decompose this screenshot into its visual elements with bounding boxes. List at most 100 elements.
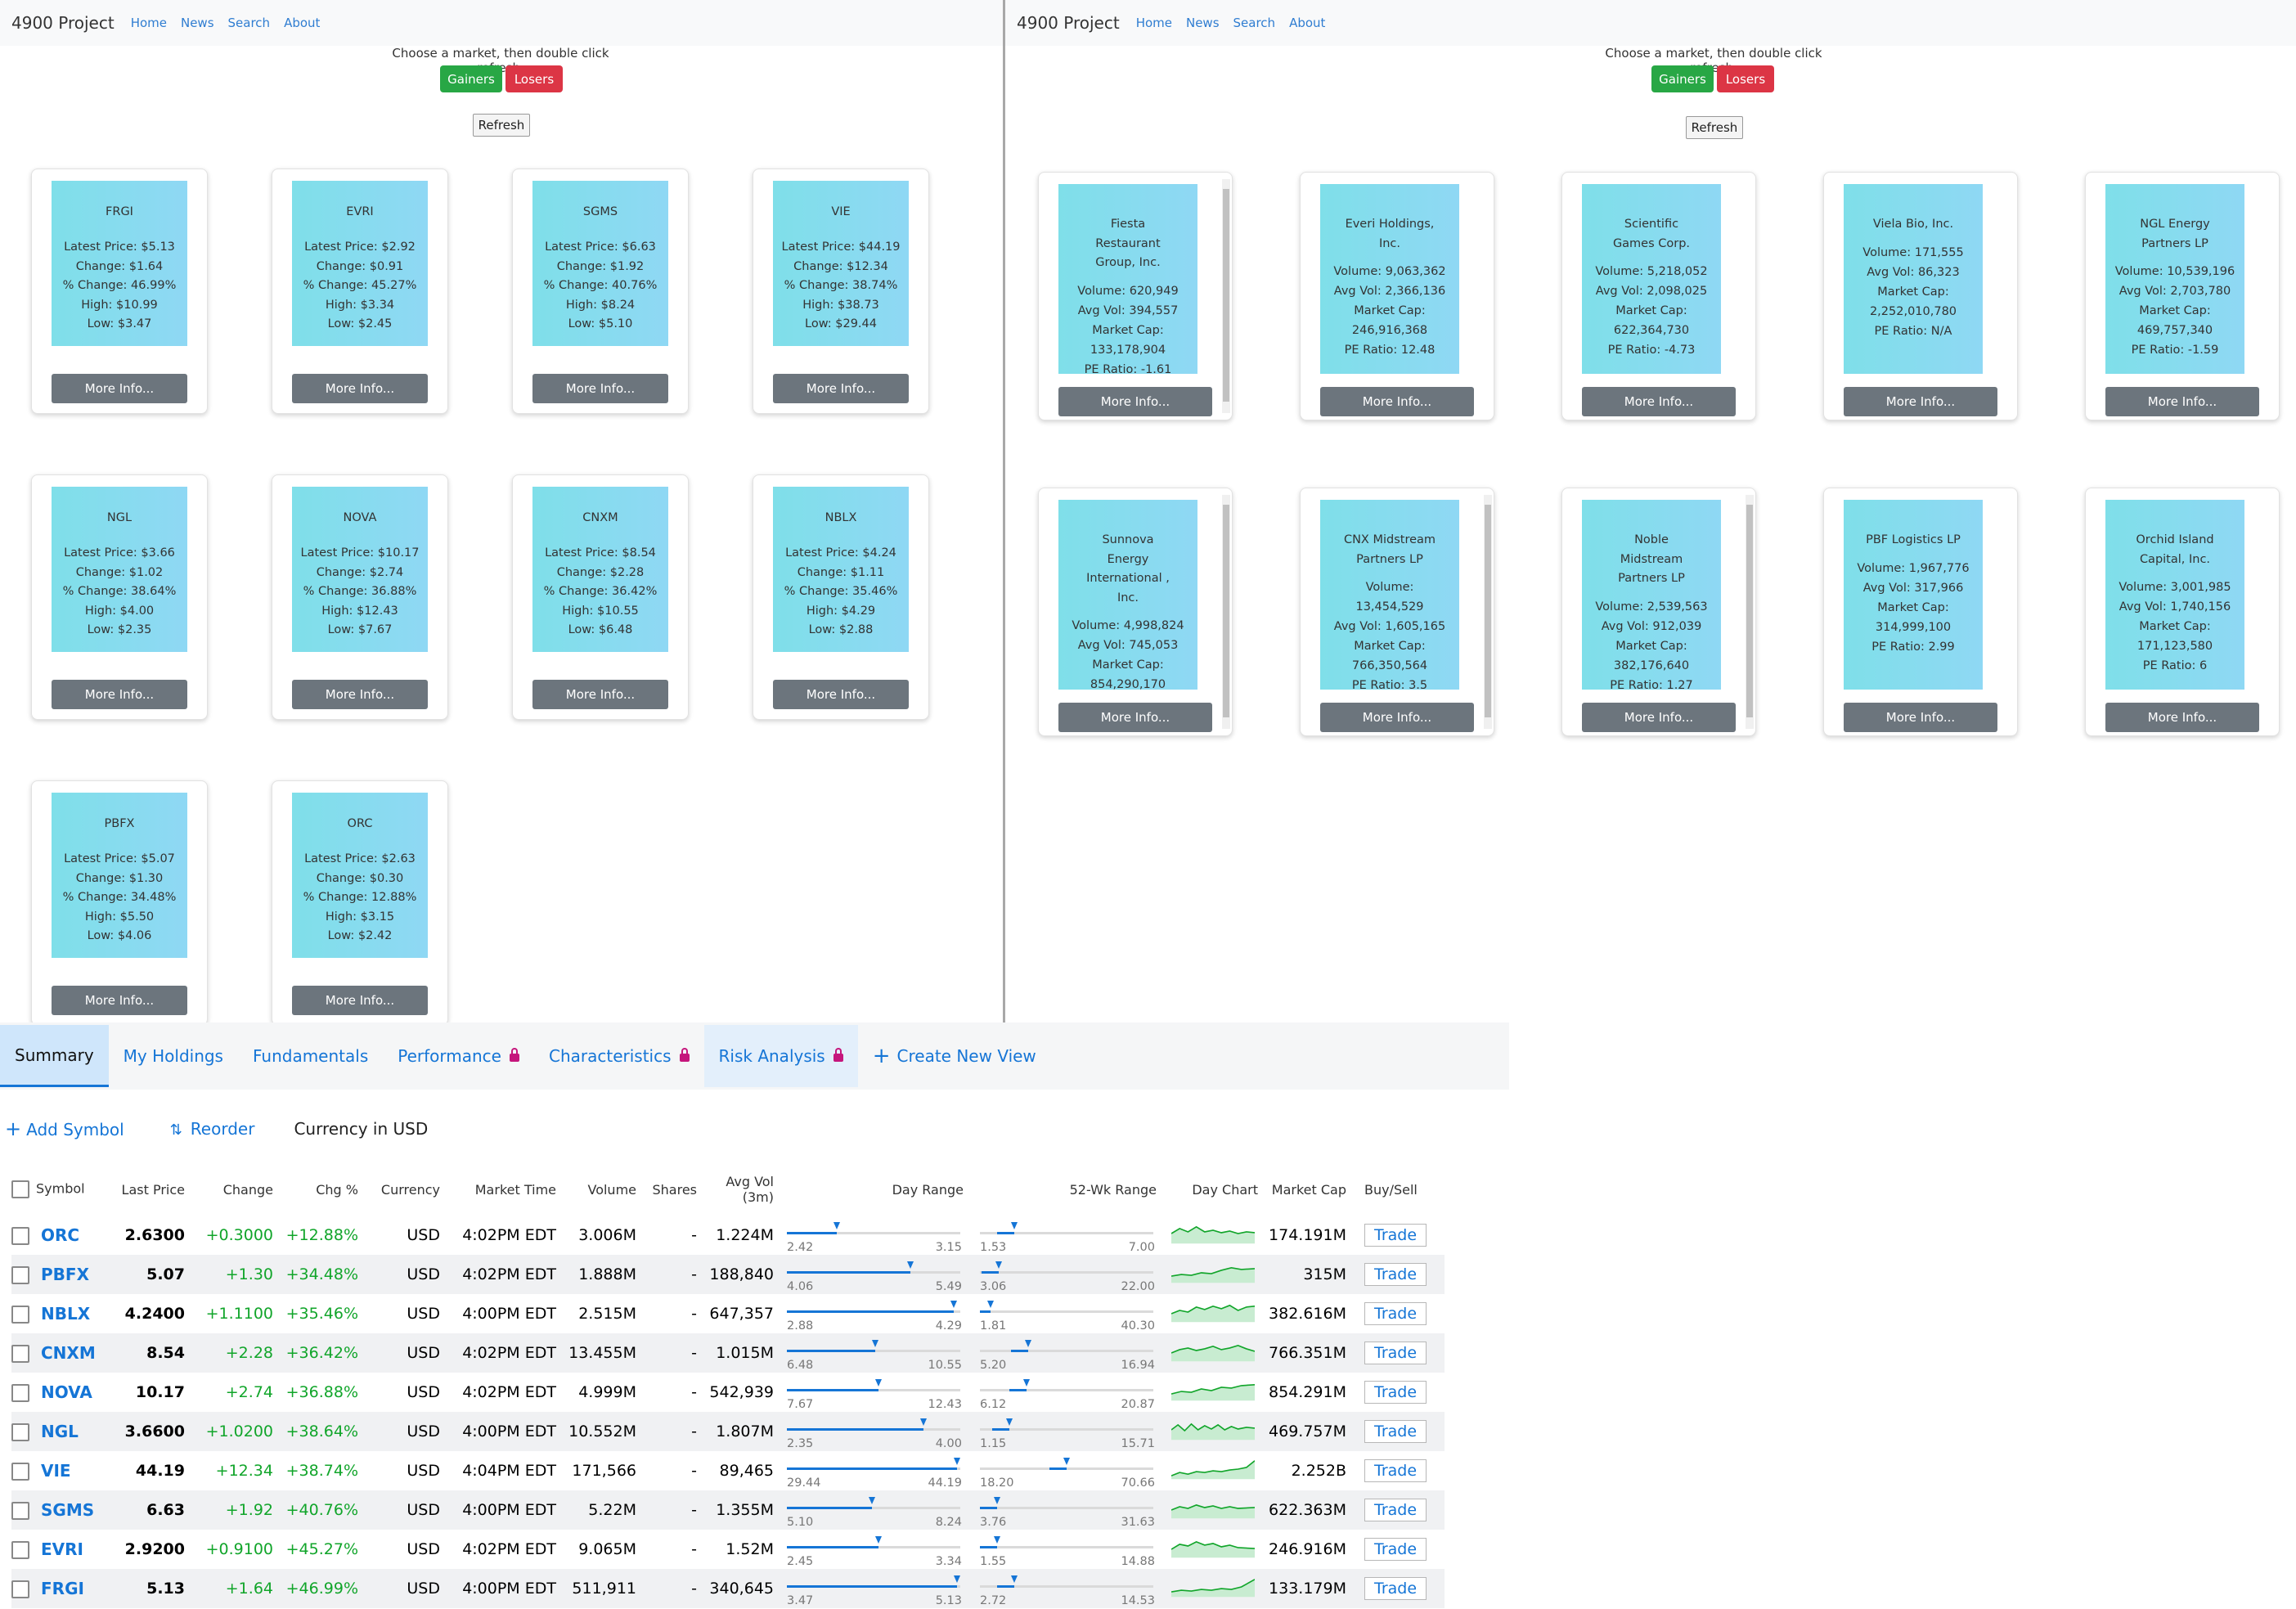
row-checkbox[interactable]: [11, 1345, 29, 1364]
col-day-chart[interactable]: Day Chart: [1165, 1163, 1261, 1216]
nav-search[interactable]: Search: [228, 16, 271, 30]
refresh-button[interactable]: Refresh: [1686, 116, 1743, 139]
row-checkbox[interactable]: [11, 1266, 29, 1285]
table-row[interactable]: SGMS 6.63 +1.92 +40.76% USD 4:00PM EDT 5.22M -1…: [11, 1490, 1445, 1530]
card-scrollbar[interactable]: [1222, 179, 1230, 413]
symbol-link[interactable]: FRGI: [41, 1579, 84, 1598]
trade-button[interactable]: Trade: [1364, 1263, 1427, 1286]
more-info-button[interactable]: More Info...: [292, 986, 428, 1015]
card-scrollbar[interactable]: [1222, 495, 1230, 729]
col-shares[interactable]: Shares: [643, 1163, 702, 1216]
row-checkbox[interactable]: [11, 1384, 29, 1403]
trade-button[interactable]: Trade: [1364, 1538, 1427, 1561]
select-all-checkbox[interactable]: [11, 1180, 29, 1198]
table-row[interactable]: VIE 44.19 +12.34 +38.74% USD 4:04PM EDT 171,56…: [11, 1451, 1445, 1490]
col-currency[interactable]: Currency: [365, 1163, 445, 1216]
nav-home[interactable]: Home: [1136, 16, 1172, 30]
table-row[interactable]: NBLX 4.2400 +1.1100 +35.46% USD 4:00PM EDT 2.5…: [11, 1294, 1445, 1333]
symbol-link[interactable]: NGL: [41, 1422, 79, 1441]
gainers-button[interactable]: Gainers: [440, 65, 502, 92]
tab-fundamentals[interactable]: Fundamentals: [238, 1025, 383, 1087]
more-info-button[interactable]: More Info...: [52, 986, 187, 1015]
tab-my-holdings[interactable]: My Holdings: [109, 1025, 238, 1087]
table-row[interactable]: PBFX 5.07 +1.30 +34.48% USD 4:02PM EDT 1.888M -…: [11, 1255, 1445, 1294]
table-row[interactable]: NOVA 10.17 +2.74 +36.88% USD 4:02PM EDT 4.999M…: [11, 1373, 1445, 1412]
more-info-button[interactable]: More Info...: [1582, 703, 1736, 732]
brand[interactable]: 4900 Project: [11, 13, 115, 33]
trade-button[interactable]: Trade: [1364, 1302, 1427, 1325]
row-checkbox[interactable]: [11, 1541, 29, 1560]
col-chg-pct[interactable]: Chg %: [283, 1163, 365, 1216]
more-info-button[interactable]: More Info...: [773, 680, 909, 709]
table-row[interactable]: NGL 3.6600 +1.0200 +38.64% USD 4:00PM EDT 10.5…: [11, 1412, 1445, 1451]
tab-characteristics[interactable]: Characteristics: [534, 1025, 704, 1087]
row-checkbox[interactable]: [11, 1423, 29, 1442]
row-checkbox[interactable]: [11, 1227, 29, 1246]
nav-news[interactable]: News: [1186, 16, 1220, 30]
col-market-cap[interactable]: Market Cap: [1261, 1163, 1353, 1216]
table-row[interactable]: FRGI 5.13 +1.64 +46.99% USD 4:00PM EDT 511,911…: [11, 1569, 1445, 1608]
more-info-button[interactable]: More Info...: [292, 374, 428, 403]
more-info-button[interactable]: More Info...: [532, 680, 668, 709]
trade-button[interactable]: Trade: [1364, 1420, 1427, 1443]
row-checkbox[interactable]: [11, 1580, 29, 1599]
tab-performance[interactable]: Performance: [383, 1025, 534, 1087]
card-scrollbar[interactable]: [1746, 495, 1754, 729]
add-symbol-button[interactable]: + Add Symbol: [5, 1117, 124, 1140]
row-checkbox[interactable]: [11, 1306, 29, 1324]
nav-search[interactable]: Search: [1233, 16, 1276, 30]
trade-button[interactable]: Trade: [1364, 1224, 1427, 1247]
col-avg-vol[interactable]: Avg Vol (3m): [702, 1163, 779, 1216]
symbol-link[interactable]: VIE: [41, 1461, 71, 1481]
more-info-button[interactable]: More Info...: [1320, 387, 1474, 416]
table-row[interactable]: ORC 2.6300 +0.3000 +12.88% USD 4:02PM EDT 3.00…: [11, 1216, 1445, 1255]
more-info-button[interactable]: More Info...: [2105, 387, 2259, 416]
col-52wk-range[interactable]: 52-Wk Range: [972, 1163, 1165, 1216]
col-symbol[interactable]: Symbol: [11, 1163, 110, 1216]
row-checkbox[interactable]: [11, 1463, 29, 1481]
losers-button[interactable]: Losers: [1717, 65, 1774, 92]
table-row[interactable]: EVRI 2.9200 +0.9100 +45.27% USD 4:02PM EDT 9.0…: [11, 1530, 1445, 1569]
more-info-button[interactable]: More Info...: [292, 680, 428, 709]
nav-home[interactable]: Home: [131, 16, 167, 30]
scrollbar-thumb[interactable]: [1223, 189, 1229, 402]
trade-button[interactable]: Trade: [1364, 1381, 1427, 1404]
nav-about[interactable]: About: [284, 16, 320, 30]
scrollbar-thumb[interactable]: [1746, 505, 1753, 717]
more-info-button[interactable]: More Info...: [1058, 387, 1212, 416]
card-scrollbar[interactable]: [1484, 495, 1492, 729]
trade-button[interactable]: Trade: [1364, 1342, 1427, 1364]
col-volume[interactable]: Volume: [563, 1163, 643, 1216]
symbol-link[interactable]: SGMS: [41, 1500, 94, 1520]
tab-summary[interactable]: Summary: [0, 1025, 109, 1087]
col-last-price[interactable]: Last Price: [110, 1163, 191, 1216]
row-checkbox[interactable]: [11, 1502, 29, 1521]
symbol-link[interactable]: PBFX: [41, 1265, 89, 1284]
more-info-button[interactable]: More Info...: [52, 374, 187, 403]
symbol-link[interactable]: NBLX: [41, 1304, 90, 1324]
more-info-button[interactable]: More Info...: [1844, 703, 1997, 732]
more-info-button[interactable]: More Info...: [1058, 703, 1212, 732]
nav-news[interactable]: News: [181, 16, 214, 30]
trade-button[interactable]: Trade: [1364, 1459, 1427, 1482]
scrollbar-thumb[interactable]: [1485, 505, 1491, 717]
losers-button[interactable]: Losers: [505, 65, 563, 92]
symbol-link[interactable]: NOVA: [41, 1382, 92, 1402]
more-info-button[interactable]: More Info...: [1582, 387, 1736, 416]
create-new-view-button[interactable]: + Create New View: [858, 1025, 1051, 1087]
tab-risk-analysis[interactable]: Risk Analysis: [703, 1025, 858, 1087]
symbol-link[interactable]: EVRI: [41, 1539, 83, 1559]
table-row[interactable]: CNXM 8.54 +2.28 +36.42% USD 4:02PM EDT 13.455M…: [11, 1333, 1445, 1373]
col-market-time[interactable]: Market Time: [445, 1163, 563, 1216]
symbol-link[interactable]: ORC: [41, 1225, 79, 1245]
more-info-button[interactable]: More Info...: [1320, 703, 1474, 732]
refresh-button[interactable]: Refresh: [473, 114, 530, 137]
more-info-button[interactable]: More Info...: [1844, 387, 1997, 416]
more-info-button[interactable]: More Info...: [2105, 703, 2259, 732]
nav-about[interactable]: About: [1289, 16, 1325, 30]
more-info-button[interactable]: More Info...: [773, 374, 909, 403]
trade-button[interactable]: Trade: [1364, 1499, 1427, 1521]
reorder-button[interactable]: ⇅ Reorder: [170, 1119, 255, 1139]
gainers-button[interactable]: Gainers: [1651, 65, 1714, 92]
symbol-link[interactable]: CNXM: [41, 1343, 96, 1363]
